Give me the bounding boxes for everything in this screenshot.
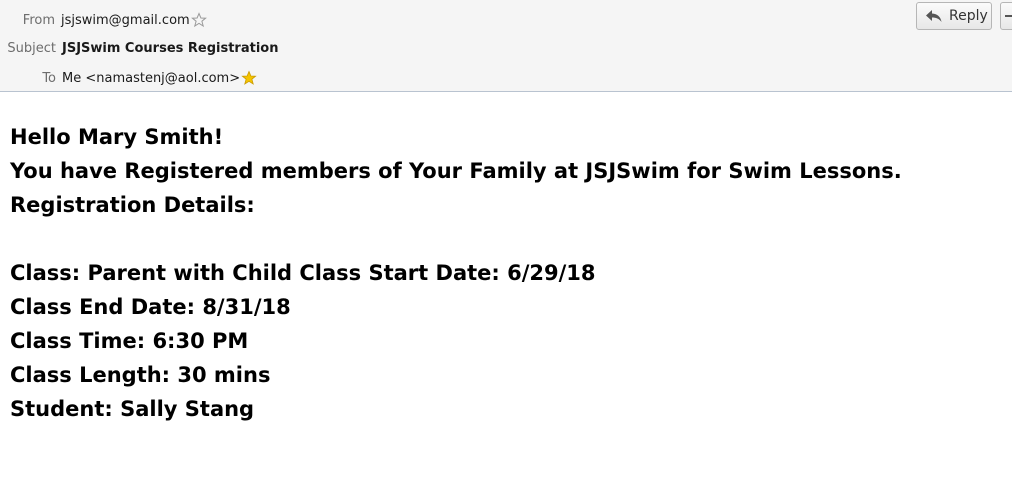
star-filled-icon[interactable] xyxy=(241,70,257,86)
message-body: Hello Mary Smith! You have Registered me… xyxy=(10,120,902,426)
greeting-text: Hello Mary Smith! xyxy=(10,125,224,149)
to-label: To xyxy=(42,70,56,86)
intro-text: You have Registered members of Your Fami… xyxy=(10,159,902,183)
reply-label: Reply xyxy=(949,8,988,24)
end-date-line: Class End Date: 8/31/18 xyxy=(10,295,291,319)
student-line: Student: Sally Stang xyxy=(10,397,255,421)
subject-text: JSJSwim Courses Registration xyxy=(62,40,279,56)
subject-label: Subject xyxy=(7,40,56,56)
from-row: From jsjswim@gmail.com xyxy=(0,9,207,31)
length-line: Class Length: 30 mins xyxy=(10,363,271,387)
more-actions-button[interactable] xyxy=(1000,2,1012,30)
dropdown-icon xyxy=(1005,15,1012,17)
time-line: Class Time: 6:30 PM xyxy=(10,329,249,353)
reply-arrow-icon xyxy=(925,9,943,23)
message-header: From jsjswim@gmail.com Subject JSJSwim C… xyxy=(0,0,1012,92)
from-address[interactable]: jsjswim@gmail.com xyxy=(61,13,190,28)
details-heading: Registration Details: xyxy=(10,193,255,217)
reply-button[interactable]: Reply xyxy=(916,2,992,30)
to-address[interactable]: Me <namastenj@aol.com> xyxy=(62,71,240,86)
subject-row: Subject JSJSwim Courses Registration xyxy=(0,37,278,59)
star-outline-icon[interactable] xyxy=(190,12,207,28)
class-line: Class: Parent with Child Class Start Dat… xyxy=(10,261,596,285)
from-label: From xyxy=(22,12,55,28)
to-row: To Me <namastenj@aol.com> xyxy=(0,67,257,89)
